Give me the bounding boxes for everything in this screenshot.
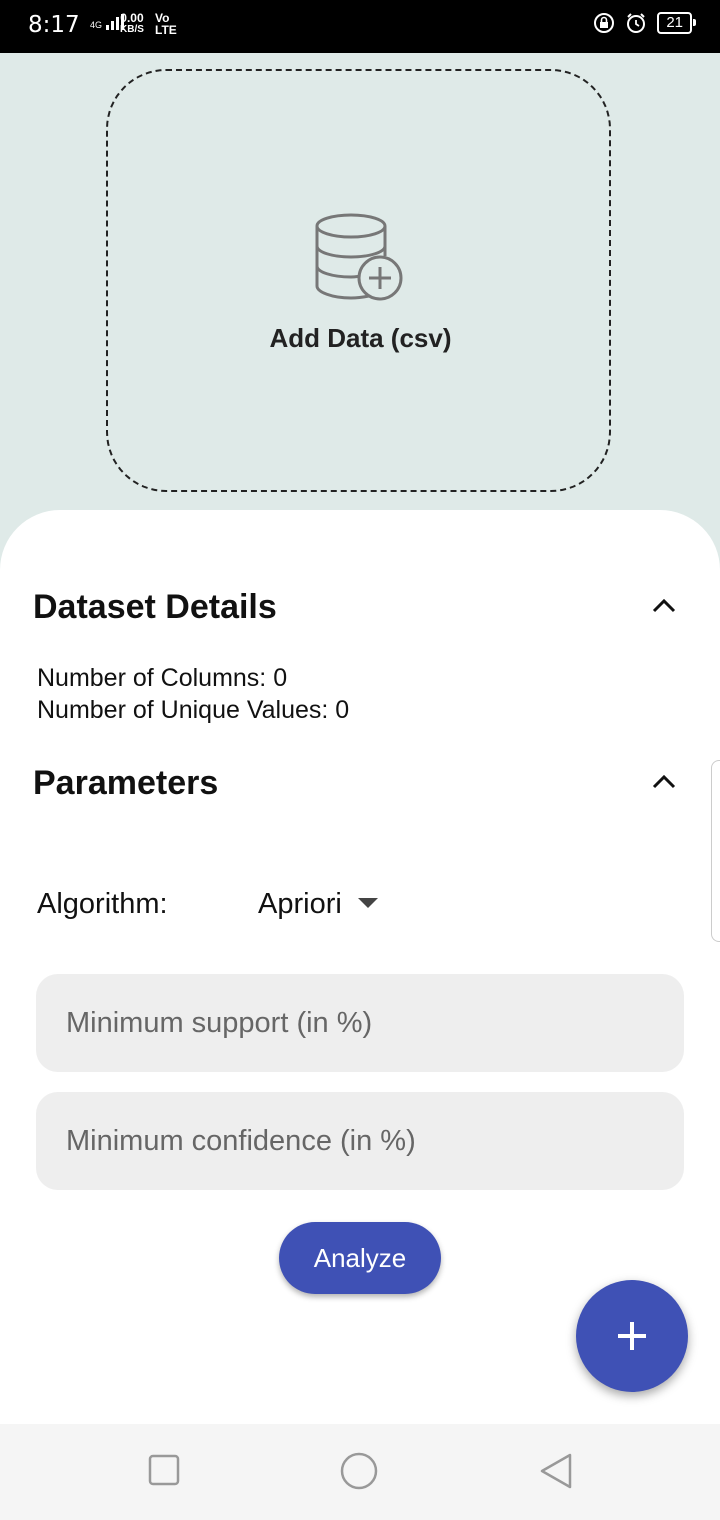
status-time: 8:17 [28,12,80,38]
unique-values-count: Number of Unique Values: 0 [37,696,350,724]
analyze-button[interactable]: Analyze [279,1222,441,1294]
network-speed-value: 0.00 [120,11,144,25]
database-add-icon [315,213,403,301]
min-support-input[interactable] [36,974,684,1072]
rotation-lock-icon [594,13,615,33]
network-type: 4G [90,20,103,30]
volte-indicator: Vo LTE [155,12,177,36]
plus-icon [618,1322,646,1350]
system-nav-bar [0,1424,720,1520]
algorithm-label: Algorithm: [37,888,168,920]
columns-count: Number of Columns: 0 [37,664,288,692]
square-icon[interactable] [148,1454,180,1486]
add-fab-button[interactable] [576,1280,688,1392]
battery-indicator: 21 [657,12,696,34]
algorithm-dropdown[interactable]: Apriori [258,882,378,926]
alarm-icon [627,13,646,33]
status-right-icons: 21 [593,12,696,34]
network-speed-unit: KB/S [120,24,144,35]
add-data-dropzone[interactable]: Add Data (csv) [106,69,611,492]
circle-icon[interactable] [340,1452,378,1490]
chevron-up-icon[interactable] [650,592,678,620]
min-confidence-input[interactable] [36,1092,684,1190]
scroll-indicator[interactable] [711,760,720,942]
network-speed: 0.00 KB/S [120,12,144,36]
dropdown-arrow-icon [357,898,378,908]
chevron-up-icon[interactable] [650,768,678,796]
status-bar: 8:17 4G 0.00 KB/S Vo LTE 21 [0,0,720,53]
dataset-details-title: Dataset Details [33,588,277,626]
add-data-label: Add Data (csv) [269,323,452,353]
network-indicator: 4G [90,14,125,30]
parameters-title: Parameters [33,764,219,802]
algorithm-value: Apriori [258,887,342,920]
triangle-back-icon[interactable] [538,1452,574,1490]
volte-bottom: LTE [155,23,177,37]
bottom-sheet: Dataset Details Number of Columns: 0 Num… [0,510,720,1424]
